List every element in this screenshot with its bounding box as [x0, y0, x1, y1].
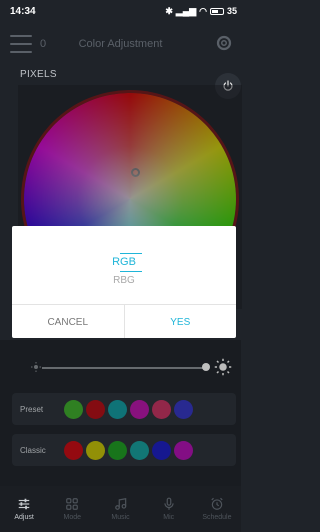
preset-row: Preset	[12, 393, 236, 425]
tab-label: Adjust	[14, 514, 34, 521]
preset-swatch-5[interactable]	[152, 399, 171, 419]
battery-icon	[209, 7, 224, 15]
brightness-high-icon	[214, 358, 232, 376]
order-select-dialog: RGB RBG CANCEL YES	[12, 226, 236, 338]
classic-swatch-1[interactable]	[64, 440, 83, 460]
grid-icon	[66, 498, 79, 510]
classic-swatches	[64, 440, 193, 460]
tab-mode[interactable]: Mode	[48, 486, 96, 532]
bottom-tab-bar: Adjust Mode Music Mic Schedule	[0, 486, 241, 532]
pixels-label: PIXELS	[20, 69, 57, 80]
music-note-icon	[114, 498, 126, 510]
tab-label: Mic	[163, 514, 175, 521]
bluetooth-icon: ✱	[165, 5, 173, 16]
classic-swatch-4[interactable]	[130, 440, 149, 460]
title-bar: 0 Color Adjustment	[0, 24, 241, 64]
preset-swatch-6[interactable]	[174, 399, 193, 419]
preset-swatch-2[interactable]	[86, 399, 105, 419]
preset-swatches	[64, 399, 193, 419]
yes-button[interactable]: YES	[125, 305, 237, 338]
tab-mic[interactable]: Mic	[145, 486, 193, 532]
wifi-icon: ◠	[199, 5, 207, 16]
color-picker-handle[interactable]	[131, 168, 140, 177]
tab-label: Music	[111, 514, 130, 521]
preset-swatch-4[interactable]	[130, 399, 149, 419]
alarm-clock-icon	[211, 497, 223, 510]
tab-label: Mode	[63, 514, 82, 521]
page-title: Color Adjustment	[78, 38, 163, 50]
tab-label: Schedule	[202, 514, 232, 521]
microphone-icon	[164, 497, 174, 510]
battery-level: 35	[226, 6, 237, 16]
status-bar: 14:34 ✱ ▂▄▆ ◠ 35	[0, 0, 241, 22]
gear-icon[interactable]	[215, 34, 233, 52]
classic-swatch-6[interactable]	[174, 440, 193, 460]
classic-swatch-3[interactable]	[108, 440, 127, 460]
tab-music[interactable]: Music	[96, 486, 144, 532]
classic-row: Classic	[12, 434, 236, 466]
preset-swatch-3[interactable]	[108, 399, 127, 419]
sliders-icon	[18, 498, 30, 510]
status-time: 14:34	[10, 5, 36, 17]
cancel-button[interactable]: CANCEL	[12, 305, 125, 338]
signal-icon: ▂▄▆	[175, 5, 197, 16]
tab-adjust[interactable]: Adjust	[0, 486, 48, 532]
tab-schedule[interactable]: Schedule	[193, 486, 241, 532]
option-picker[interactable]: RGB RBG	[12, 226, 236, 300]
option-rbg[interactable]: RBG	[12, 275, 236, 286]
menu-icon[interactable]	[10, 35, 32, 53]
option-rgb[interactable]: RGB	[12, 256, 236, 268]
classic-swatch-2[interactable]	[86, 440, 105, 460]
zone-count: 0	[40, 38, 47, 50]
brightness-slider[interactable]	[28, 363, 210, 371]
classic-label: Classic	[20, 445, 46, 455]
preset-swatch-1[interactable]	[64, 399, 83, 419]
classic-swatch-5[interactable]	[152, 440, 171, 460]
brightness-slider-handle[interactable]	[202, 363, 210, 371]
preset-label: Preset	[20, 404, 44, 414]
status-icons: ✱ ▂▄▆ ◠ 35	[165, 6, 237, 17]
dialog-buttons: CANCEL YES	[12, 304, 236, 338]
